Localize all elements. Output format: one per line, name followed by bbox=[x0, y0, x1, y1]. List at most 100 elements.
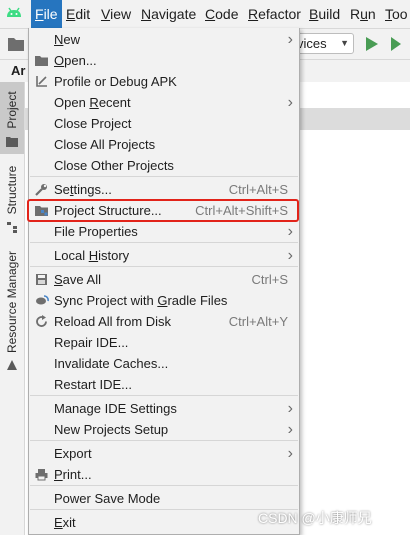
label-text: Close Other Projects bbox=[54, 158, 174, 173]
label-text: tings... bbox=[73, 182, 112, 197]
label-text: Power Save Mode bbox=[54, 491, 161, 506]
tool-tab-project-label: Project bbox=[5, 91, 19, 129]
project-structure-highlight bbox=[27, 199, 299, 222]
menu-file[interactable]: File bbox=[31, 0, 62, 28]
menu-code[interactable]: Code bbox=[201, 0, 242, 28]
file-menu-item-close-other[interactable]: Close Other Projects bbox=[29, 155, 299, 176]
android-studio-icon[interactable] bbox=[5, 5, 23, 23]
chevron-right-icon: › bbox=[287, 223, 293, 240]
file-menu-item-label: Open... bbox=[54, 50, 97, 71]
file-menu-item-reload[interactable]: Reload All from Disk Ctrl+Alt+Y bbox=[29, 311, 299, 332]
file-menu-item-manage-settings[interactable]: Manage IDE Settings › bbox=[29, 398, 299, 419]
menu-edit[interactable]: Edit bbox=[62, 0, 94, 28]
label-text: Manage IDE Settings bbox=[54, 401, 177, 416]
file-menu-item-open[interactable]: Open... bbox=[29, 50, 299, 71]
menu-build[interactable]: Build bbox=[305, 0, 344, 28]
run-configuration-value: vices bbox=[297, 36, 327, 51]
folder-icon bbox=[6, 137, 18, 147]
file-menu-item-label: Export bbox=[54, 443, 92, 464]
file-menu-item-label: Save All bbox=[54, 269, 101, 290]
file-menu-item-label: Close Project bbox=[54, 113, 131, 134]
menu-navigate-rest: avigate bbox=[151, 6, 197, 22]
label-mnemonic: O bbox=[54, 53, 65, 68]
menu-code-rest: ode bbox=[215, 6, 239, 22]
label-text: Export bbox=[54, 446, 92, 461]
menu-build-rest: uild bbox=[318, 6, 341, 22]
file-menu-item-label: Close All Projects bbox=[54, 134, 155, 155]
menu-navigate-mnemonic: N bbox=[141, 6, 152, 22]
debug-icon[interactable] bbox=[391, 37, 405, 51]
file-menu-item-label: Close Other Projects bbox=[54, 155, 174, 176]
file-menu-item-label: Print... bbox=[54, 464, 92, 485]
file-menu-item-restart[interactable]: Restart IDE... bbox=[29, 374, 299, 395]
menu-run-text: R bbox=[350, 6, 361, 22]
file-menu-item-label: New Projects Setup bbox=[54, 419, 168, 440]
file-menu-item-label: Manage IDE Settings bbox=[54, 398, 177, 419]
watermark: CSDN @小康师兄 bbox=[258, 510, 372, 526]
file-menu-item-invalidate[interactable]: Invalidate Caches... bbox=[29, 353, 299, 374]
menu-edit-rest: dit bbox=[75, 6, 91, 22]
label-text: Repair IDE... bbox=[54, 335, 129, 350]
shortcut-label: Ctrl+Alt+Y bbox=[228, 314, 288, 329]
menu-navigate[interactable]: Navigate bbox=[137, 0, 200, 28]
menu-refactor-mnemonic: R bbox=[248, 6, 259, 22]
label-text: Sync Project with bbox=[54, 293, 158, 308]
label-text: Open bbox=[54, 95, 90, 110]
menu-build-mnemonic: B bbox=[309, 6, 319, 22]
file-menu-item-settings[interactable]: Settings... Ctrl+Alt+S bbox=[29, 179, 299, 200]
structure-icon bbox=[7, 222, 17, 233]
label-text: radle Files bbox=[167, 293, 228, 308]
file-menu-item-close-all[interactable]: Close All Projects bbox=[29, 134, 299, 155]
file-menu-item-new[interactable]: New › bbox=[29, 29, 299, 50]
file-menu-item-local-history[interactable]: Local History › bbox=[29, 245, 299, 266]
open-folder-icon[interactable] bbox=[8, 37, 24, 51]
file-menu-item-label: Power Save Mode bbox=[54, 488, 160, 509]
project-tab-label[interactable]: Ar bbox=[11, 63, 25, 78]
tool-tab-project[interactable]: Project bbox=[0, 82, 24, 154]
file-menu-item-profile[interactable]: Profile or Debug APK bbox=[29, 71, 299, 92]
menu-tools-mnemonic: T bbox=[385, 6, 392, 22]
label-text: Local bbox=[54, 248, 89, 263]
menu-run[interactable]: Run bbox=[346, 0, 380, 28]
file-menu-item-export[interactable]: Export › bbox=[29, 443, 299, 464]
menu-file-mnemonic: F bbox=[35, 6, 44, 22]
label-mnemonic: H bbox=[88, 248, 99, 263]
file-menu-item-new-projects-setup[interactable]: New Projects Setup › bbox=[29, 419, 299, 440]
label-text: xit bbox=[62, 515, 76, 530]
file-menu-item-label: Sync Project with Gradle Files bbox=[54, 290, 227, 311]
file-menu-item-sync-gradle[interactable]: Sync Project with Gradle Files bbox=[29, 290, 299, 311]
label-text: ew bbox=[63, 32, 81, 47]
menu-edit-mnemonic: E bbox=[66, 6, 76, 22]
file-menu-item-label: Local History bbox=[54, 245, 129, 266]
file-menu-item-label: New bbox=[54, 29, 80, 50]
file-menu-item-label: Restart IDE... bbox=[54, 374, 132, 395]
menu-view-rest: iew bbox=[110, 6, 132, 22]
tool-tab-structure[interactable]: Structure bbox=[0, 158, 24, 238]
menu-tools[interactable]: Too bbox=[381, 0, 410, 28]
label-mnemonic: S bbox=[54, 272, 63, 287]
print-icon bbox=[34, 467, 49, 482]
shortcut-label: Ctrl+Alt+S bbox=[228, 182, 288, 197]
file-menu-item-power-save[interactable]: Power Save Mode bbox=[29, 488, 299, 509]
file-menu-item-label: Exit bbox=[54, 512, 76, 533]
menu-view-mnemonic: V bbox=[101, 6, 111, 22]
file-menu-item-print[interactable]: Print... bbox=[29, 464, 299, 485]
chevron-right-icon: › bbox=[287, 247, 293, 264]
file-menu-item-file-properties[interactable]: File Properties › bbox=[29, 221, 299, 242]
menu-refactor[interactable]: Refactor bbox=[244, 0, 305, 28]
file-menu-item-save-all[interactable]: Save All Ctrl+S bbox=[29, 269, 299, 290]
menu-view[interactable]: View bbox=[97, 0, 135, 28]
chevron-right-icon: › bbox=[287, 31, 293, 48]
file-menu-item-open-recent[interactable]: Open Recent › bbox=[29, 92, 299, 113]
tool-tab-resource-manager[interactable]: Resource Manager bbox=[0, 247, 24, 377]
menu-file-rest: ile bbox=[43, 6, 58, 22]
file-menu-item-repair[interactable]: Repair IDE... bbox=[29, 332, 299, 353]
chevron-right-icon: › bbox=[287, 94, 293, 111]
profile-apk-icon bbox=[34, 74, 49, 89]
label-text: Se bbox=[54, 182, 70, 197]
file-menu-item-label: Open Recent bbox=[54, 92, 131, 113]
label-text: istory bbox=[98, 248, 130, 263]
file-menu-item-close-project[interactable]: Close Project bbox=[29, 113, 299, 134]
run-icon[interactable] bbox=[366, 37, 378, 51]
shortcut-label: Ctrl+S bbox=[251, 272, 288, 287]
